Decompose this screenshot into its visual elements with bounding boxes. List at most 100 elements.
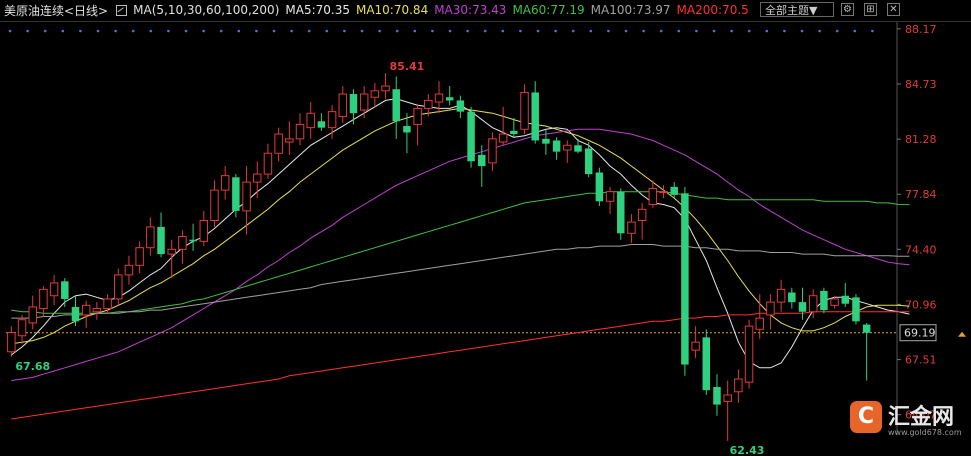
candle bbox=[253, 161, 262, 199]
candle bbox=[637, 202, 647, 240]
candle bbox=[359, 86, 369, 119]
candle-body bbox=[274, 133, 283, 154]
candle bbox=[81, 300, 91, 328]
candle-body bbox=[403, 126, 411, 133]
candle-body bbox=[595, 172, 604, 202]
grid-dot bbox=[800, 29, 804, 33]
grid-dot bbox=[871, 29, 874, 33]
start-low-annotation: 67.68 bbox=[15, 360, 50, 373]
candle bbox=[713, 374, 721, 416]
candle bbox=[7, 326, 16, 357]
candle-body bbox=[349, 94, 358, 114]
grid-dot bbox=[431, 29, 434, 33]
candle-body bbox=[702, 337, 711, 391]
candle bbox=[776, 279, 786, 312]
gold678-logo-icon: C bbox=[850, 401, 882, 433]
ma30-line bbox=[11, 128, 910, 382]
grid-dot bbox=[712, 29, 716, 33]
candle-body bbox=[830, 298, 839, 306]
candle bbox=[723, 380, 732, 441]
candle-body bbox=[617, 191, 625, 234]
candle-body bbox=[681, 193, 689, 365]
candle bbox=[349, 89, 358, 125]
candle bbox=[413, 103, 422, 146]
kline-chart[interactable]: 88.1784.7381.2877.8474.4070.9667.5164.07… bbox=[0, 0, 971, 456]
grid-dot bbox=[747, 29, 751, 33]
ma10-line bbox=[11, 107, 910, 345]
candle bbox=[178, 230, 187, 264]
grid-dot bbox=[730, 29, 733, 33]
candle bbox=[744, 319, 754, 389]
grid-dot bbox=[571, 29, 575, 33]
grid-dot bbox=[219, 29, 223, 33]
candle bbox=[146, 217, 155, 256]
candle-body bbox=[766, 301, 775, 316]
candle bbox=[381, 73, 390, 99]
candle-body bbox=[124, 264, 134, 276]
candle bbox=[49, 274, 59, 306]
grid-dot bbox=[519, 29, 522, 33]
y-tick-label: 81.28 bbox=[905, 133, 937, 146]
grid-dot bbox=[343, 29, 346, 33]
candle-body bbox=[114, 274, 123, 300]
candle-body bbox=[734, 378, 743, 393]
ma5-line bbox=[11, 98, 910, 369]
candle bbox=[242, 166, 251, 235]
candle-body bbox=[841, 295, 850, 304]
candle-body bbox=[28, 306, 37, 324]
grid-dot bbox=[536, 29, 540, 33]
candle-body bbox=[338, 93, 348, 117]
candle-body bbox=[788, 292, 796, 303]
candle bbox=[124, 255, 134, 285]
candle bbox=[788, 287, 796, 309]
candle-body bbox=[723, 394, 732, 402]
candle-body bbox=[135, 247, 144, 266]
grid-dot bbox=[114, 29, 117, 33]
candle-body bbox=[520, 91, 529, 130]
high-annotation: 85.41 bbox=[390, 60, 425, 73]
candle bbox=[627, 214, 636, 243]
candle-body bbox=[370, 90, 380, 98]
candle-body bbox=[317, 121, 326, 128]
candle-body bbox=[49, 282, 59, 297]
candle bbox=[478, 145, 486, 187]
candle-body bbox=[359, 93, 369, 111]
grid-dot bbox=[765, 29, 769, 33]
candle-body bbox=[103, 298, 112, 310]
ma100-line bbox=[11, 244, 910, 319]
candle bbox=[274, 127, 283, 162]
candle bbox=[841, 282, 850, 307]
candle-body bbox=[637, 208, 647, 221]
current-price-marker bbox=[958, 331, 966, 337]
candle bbox=[798, 287, 807, 320]
candle-body bbox=[552, 140, 561, 152]
candle-body bbox=[862, 324, 871, 333]
grid-dot bbox=[79, 29, 82, 33]
grid-dot bbox=[554, 29, 557, 33]
candle bbox=[263, 143, 273, 179]
candle bbox=[114, 268, 123, 306]
candle-body bbox=[146, 226, 155, 249]
grid-dot bbox=[589, 29, 593, 33]
candle-body bbox=[7, 332, 16, 353]
candle-body bbox=[744, 325, 754, 383]
candle-body bbox=[605, 191, 615, 202]
grid-dot bbox=[202, 29, 205, 33]
candle-body bbox=[242, 181, 251, 212]
candle bbox=[852, 294, 860, 325]
candle bbox=[552, 137, 561, 160]
candle-body bbox=[167, 248, 176, 255]
candle bbox=[338, 86, 348, 123]
candle bbox=[681, 186, 689, 376]
candle-body bbox=[71, 306, 80, 322]
candle-body bbox=[157, 226, 165, 255]
candle-body bbox=[189, 239, 197, 242]
candle bbox=[467, 106, 475, 168]
candle bbox=[456, 95, 465, 119]
y-tick-label: 70.96 bbox=[905, 298, 937, 311]
grid-dot bbox=[448, 29, 452, 33]
candle bbox=[135, 241, 144, 274]
candle-body bbox=[39, 288, 48, 310]
grid-dot bbox=[272, 29, 276, 33]
candle-body bbox=[263, 152, 273, 175]
